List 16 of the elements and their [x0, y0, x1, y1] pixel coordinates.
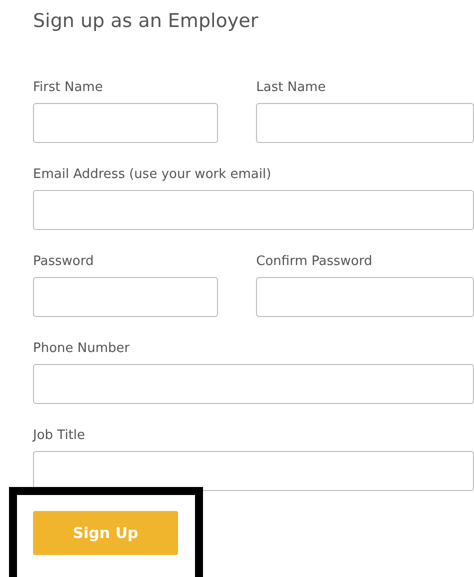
input-field[interactable] [33, 103, 218, 143]
field-label: Job Title [33, 427, 86, 445]
field-label: Password [33, 253, 95, 271]
input-field[interactable] [33, 451, 474, 491]
form-title: Sign up as an Employer [33, 9, 260, 34]
input-field[interactable] [256, 277, 474, 317]
field-label: Confirm Password [256, 253, 374, 271]
field-label: First Name [33, 79, 104, 97]
input-field[interactable] [33, 277, 218, 317]
field-label: Last Name [256, 79, 327, 97]
field-label: Email Address (use your work email) [33, 166, 272, 184]
sign-up-button[interactable]: Sign Up [33, 511, 178, 555]
field-label: Phone Number [33, 340, 131, 358]
input-field[interactable] [33, 190, 474, 230]
input-field[interactable] [256, 103, 474, 143]
input-field[interactable] [33, 364, 474, 404]
